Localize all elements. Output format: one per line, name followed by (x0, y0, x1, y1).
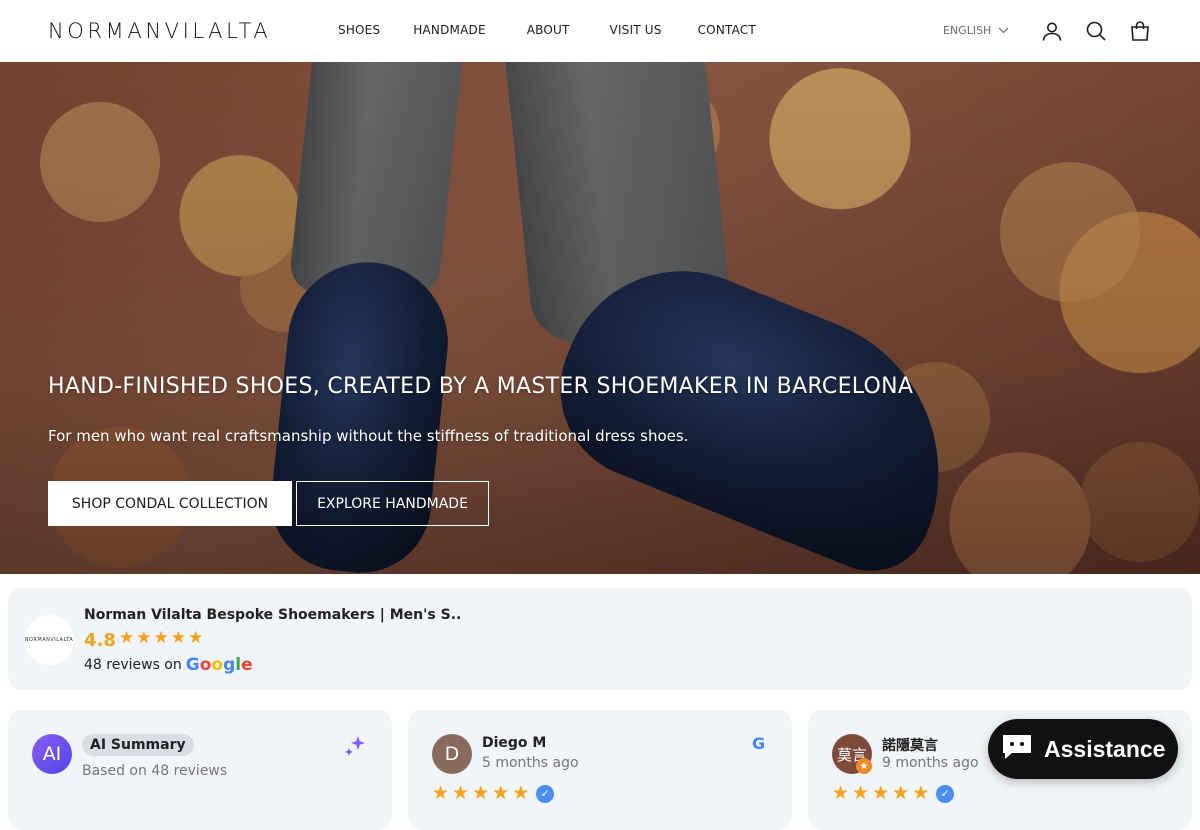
rating-value: 4.8 (84, 630, 116, 651)
business-name[interactable]: Norman Vilalta Bespoke Shoemakers | Men'… (84, 607, 461, 623)
google-logo: Google (185, 655, 253, 675)
reviewer-name: 諾隱莫言 (882, 738, 938, 754)
star-icon: ★ (432, 782, 450, 804)
ai-avatar: AI (32, 734, 72, 774)
sparkle-icon (344, 734, 368, 762)
star-icon: ★ (492, 782, 510, 804)
nav-item-about[interactable]: ABOUT (527, 23, 570, 37)
rating-stars: ★ ★ ★ ★ ★ (119, 630, 203, 647)
local-guide-icon: ★ (856, 758, 872, 774)
google-reviews-badge[interactable]: NORMANVILALTA Norman Vilalta Bespoke Sho… (8, 588, 1192, 690)
hero-subtitle: For men who want real craftsmanship with… (48, 427, 689, 445)
review-count-text: 48 reviews on (84, 657, 182, 673)
main-nav: SHOES HANDMADE ABOUT VISIT US CONTACT (338, 23, 789, 37)
chevron-down-icon (998, 24, 1009, 37)
star-icon: ★ (472, 782, 490, 804)
ai-summary-card[interactable]: AI AI Summary Based on 48 reviews (8, 710, 392, 830)
nav-item-visit-us[interactable]: VISIT US (610, 23, 662, 37)
star-icon: ★ (852, 782, 870, 804)
star-icon: ★ (153, 628, 169, 648)
star-icon: ★ (912, 782, 930, 804)
hero-banner: HAND-FINISHED SHOES, CREATED BY A MASTER… (0, 62, 1200, 574)
review-card[interactable]: D Diego M 5 months ago G ★ ★ ★ ★ ★ ✓ (408, 710, 792, 830)
site-header: NORMANVILALTA SHOES HANDMADE ABOUT VISIT… (0, 0, 1200, 62)
language-label: ENGLISH (943, 24, 992, 37)
star-icon: ★ (170, 628, 186, 648)
chat-label: Assistance (1044, 735, 1166, 762)
hero-title: HAND-FINISHED SHOES, CREATED BY A MASTER… (48, 374, 914, 399)
star-icon: ★ (188, 628, 204, 648)
star-icon: ★ (892, 782, 910, 804)
language-selector[interactable]: ENGLISH (943, 24, 1009, 37)
shop-condal-button[interactable]: SHOP CONDAL COLLECTION (48, 481, 292, 526)
chat-bubble-icon (1000, 732, 1034, 766)
assistance-chat-button[interactable]: Assistance (988, 719, 1178, 779)
avatar: D (432, 734, 472, 774)
business-logo: NORMANVILALTA (24, 615, 74, 665)
explore-handmade-button[interactable]: EXPLORE HANDMADE (296, 481, 489, 526)
star-icon: ★ (136, 628, 152, 648)
review-stars: ★ ★ ★ ★ ★ ✓ (432, 782, 555, 804)
review-count[interactable]: 48 reviews on Google (84, 655, 253, 675)
review-stars: ★ ★ ★ ★ ★ ✓ (832, 782, 955, 804)
star-icon: ★ (832, 782, 850, 804)
nav-item-shoes[interactable]: SHOES (338, 23, 380, 37)
brand-logo[interactable]: NORMANVILALTA (48, 19, 271, 43)
review-time: 5 months ago (482, 755, 579, 771)
nav-item-handmade[interactable]: HANDMADE (413, 23, 485, 37)
star-icon: ★ (452, 782, 470, 804)
account-icon[interactable] (1041, 20, 1063, 42)
search-icon[interactable] (1085, 20, 1107, 42)
nav-item-contact[interactable]: CONTACT (698, 23, 756, 37)
google-g-icon: G (752, 734, 766, 753)
star-icon: ★ (119, 628, 135, 648)
review-time: 9 months ago (882, 755, 979, 771)
star-icon: ★ (872, 782, 890, 804)
reviewer-name: Diego M (482, 735, 547, 751)
star-icon: ★ (512, 782, 530, 804)
ai-summary-subtitle: Based on 48 reviews (82, 763, 228, 779)
ai-summary-label: AI Summary (82, 734, 194, 756)
cart-icon[interactable] (1129, 20, 1151, 42)
